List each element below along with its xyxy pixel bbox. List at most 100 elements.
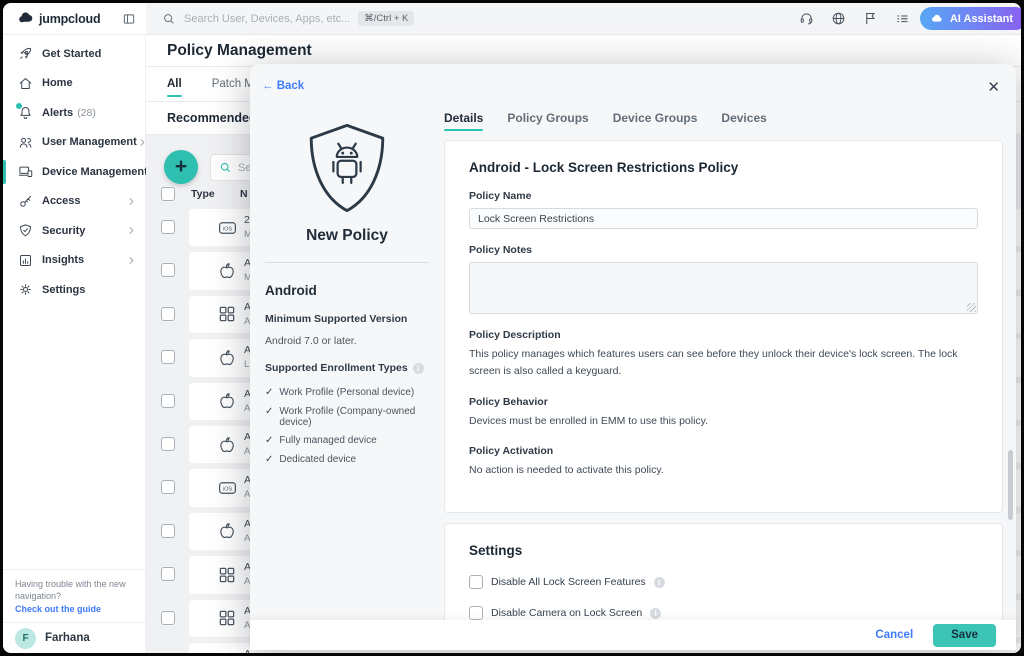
row-checkbox[interactable] [161,480,175,494]
enrollment-type-item: ✓Dedicated device [265,454,429,466]
chevron-right-icon [126,255,137,266]
sidebar-item-home[interactable]: Home [3,69,145,99]
sidebar-item-insights[interactable]: Insights [3,246,145,276]
divider [265,262,429,263]
policy-notes-label: Policy Notes [469,244,978,256]
sidebar-item-label: Insights [42,254,84,266]
info-icon[interactable]: i [650,608,661,619]
modal-tab-devices[interactable]: Devices [721,111,766,131]
global-search-input[interactable]: Search User, Devices, Apps, etc... ⌘/Ctr… [162,11,799,26]
home-icon [18,76,33,91]
policy-name-input[interactable] [469,208,978,229]
shield-icon [18,223,33,238]
cancel-button[interactable]: Cancel [875,629,913,641]
sidebar-collapse-icon[interactable] [122,12,136,26]
sidebar-item-label: Home [42,77,73,89]
ai-cloud-icon [930,12,944,26]
tab-all[interactable]: All [167,67,182,101]
check-icon: ✓ [265,387,273,399]
policy-notes-textarea[interactable] [469,262,978,314]
settings-option-label: Disable All Lock Screen Features [491,576,646,588]
sidebar-item-user-management[interactable]: User Management [3,128,145,158]
app-window: jumpcloud Search User, Devices, Apps, et… [0,0,1024,656]
modal-tab-policy-groups[interactable]: Policy Groups [507,111,588,131]
row-checkbox[interactable] [161,567,175,581]
ios-os-icon: iOS [217,478,238,499]
os-heading: Android [265,283,429,298]
row-checkbox[interactable] [161,263,175,277]
sidebar-item-settings[interactable]: Settings [3,275,145,305]
row-checkbox[interactable] [161,437,175,451]
min-version-value: Android 7.0 or later. [265,335,429,347]
enrollment-type-item: ✓Work Profile (Company-owned device) [265,406,429,428]
modal-footer: Cancel Save [250,620,1016,650]
grid-os-icon [217,304,237,324]
save-button[interactable]: Save [933,624,996,647]
modal-tab-device-groups[interactable]: Device Groups [613,111,698,131]
search-placeholder: Search User, Devices, Apps, etc... [184,13,350,25]
sidebar-item-alerts[interactable]: Alerts (28) [3,98,145,128]
chevron-right-icon [126,196,137,207]
queue-icon[interactable] [895,11,910,26]
support-headset-icon[interactable] [799,11,814,26]
user-avatar: F [15,628,36,649]
sidebar: Get Started Home Alerts (28) User Management… [3,35,146,653]
modal-tab-details[interactable]: Details [444,111,483,131]
settings-checkbox[interactable] [469,575,483,589]
settings-card: Settings Disable All Lock Screen Feature… [444,523,1003,620]
bell-icon [18,105,33,120]
enrollment-type-item: ✓Fully managed device [265,435,429,447]
sidebar-item-device-management[interactable]: Device Management [3,157,145,187]
info-icon[interactable]: i [654,577,665,588]
help-guide-link[interactable]: Check out the guide [15,604,133,614]
sidebar-item-security[interactable]: Security [3,216,145,246]
settings-title: Settings [469,543,978,558]
row-checkbox[interactable] [161,350,175,364]
row-checkbox[interactable] [161,524,175,538]
policy-behavior-label: Policy Behavior [469,396,978,408]
sidebar-help-box: Having trouble with the new navigation? … [3,569,145,622]
grid-os-icon [217,608,237,628]
sidebar-item-count: (28) [77,107,96,119]
apple-os-icon [217,391,237,411]
select-all-checkbox[interactable] [161,187,175,201]
sidebar-item-label: Device Management [42,166,148,178]
apple-os-icon [217,435,237,455]
ai-assistant-button[interactable]: AI Assistant [920,7,1021,30]
close-icon[interactable]: ✕ [987,78,1000,96]
grid-os-icon [217,565,237,585]
sidebar-item-label: User Management [42,136,137,148]
gear-icon [18,282,33,297]
chart-icon [18,253,33,268]
sidebar-item-label: Get Started [42,48,101,60]
flag-icon[interactable] [863,11,878,26]
sidebar-item-get-started[interactable]: Get Started [3,39,145,69]
row-checkbox[interactable] [161,611,175,625]
check-icon: ✓ [265,435,273,447]
sidebar-item-access[interactable]: Access [3,187,145,217]
info-icon[interactable]: i [413,363,424,374]
enrollment-type-item: ✓ Work Profile (Personal device) [265,387,429,399]
sidebar-item-label: Settings [42,284,85,296]
modal-scroll-area[interactable]: Android - Lock Screen Restrictions Polic… [444,140,1003,620]
column-header-name: N [240,188,248,200]
sidebar-item-label: Alerts [42,107,73,119]
row-checkbox[interactable] [161,307,175,321]
users-icon [18,135,33,150]
settings-checkbox[interactable] [469,606,483,620]
enrollment-type-label: Work Profile (Personal device) [279,387,414,398]
enrollment-type-list: ✓ Work Profile (Personal device) ✓Work Pro… [265,387,429,466]
svg-text:iOS: iOS [223,486,233,492]
chevron-right-icon [126,225,137,236]
globe-icon[interactable] [831,11,846,26]
row-checkbox[interactable] [161,220,175,234]
row-checkbox[interactable] [161,394,175,408]
grid-os-icon [217,652,237,653]
add-policy-button[interactable]: + [164,150,198,184]
min-version-label: Minimum Supported Version [265,313,429,325]
key-icon [18,194,33,209]
check-icon: ✓ [265,406,273,418]
modal-scrollbar[interactable] [1008,450,1013,520]
sidebar-item-label: Access [42,195,81,207]
sidebar-user[interactable]: F Farhana [3,622,145,653]
